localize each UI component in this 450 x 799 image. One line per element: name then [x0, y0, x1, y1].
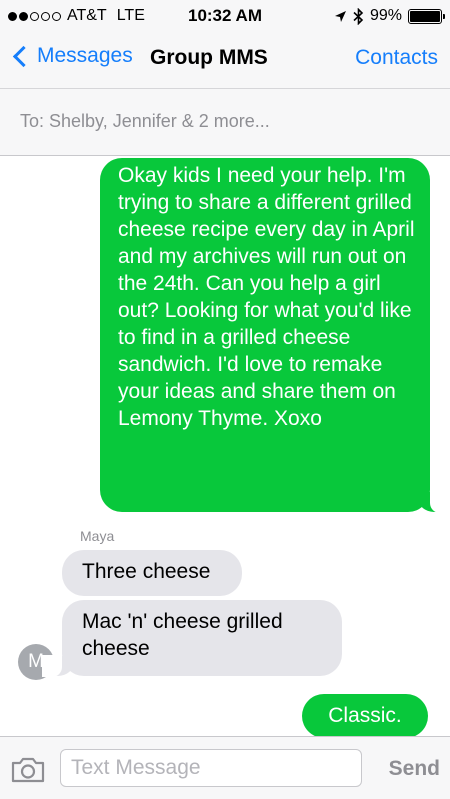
battery-percent: 99% [369, 7, 402, 24]
recipients-text: To: Shelby, Jennifer & 2 more... [20, 111, 270, 131]
message-text: Okay kids I need your help. I'm trying t… [118, 164, 415, 430]
message-input[interactable] [60, 749, 362, 787]
location-arrow-icon [334, 10, 346, 22]
received-message-bubble[interactable]: Three cheese [62, 550, 242, 596]
chevron-left-icon [12, 45, 35, 67]
sender-name: Maya [80, 528, 115, 544]
bluetooth-icon [353, 7, 364, 25]
received-message-bubble[interactable]: Mac 'n' cheese grilled cheese [42, 600, 342, 677]
nav-bar: Messages Group MMS Contacts [0, 34, 450, 88]
message-text: Three cheese [82, 560, 211, 583]
compose-bar: Send [0, 736, 450, 799]
battery-fill [410, 10, 440, 22]
status-bar: AT&T LTE 10:32 AM 99% [0, 0, 450, 34]
sent-message-bubble[interactable]: Okay kids I need your help. I'm trying t… [100, 158, 450, 513]
camera-icon[interactable] [10, 757, 46, 783]
message-text: Classic. [328, 704, 402, 727]
send-button[interactable]: Send [389, 757, 440, 781]
back-button[interactable]: Messages [10, 44, 133, 68]
message-thread[interactable]: Okay kids I need your help. I'm trying t… [0, 156, 450, 738]
sent-message-bubble[interactable]: Classic. [302, 694, 428, 738]
contacts-button[interactable]: Contacts [355, 46, 438, 70]
conversation-title: Group MMS [150, 46, 268, 69]
recipients-bar[interactable]: To: Shelby, Jennifer & 2 more... [0, 88, 450, 156]
status-right: 99% [334, 7, 445, 25]
battery-icon [408, 8, 445, 24]
message-text: Mac 'n' cheese grilled cheese [82, 610, 283, 660]
back-button-label: Messages [37, 44, 133, 67]
